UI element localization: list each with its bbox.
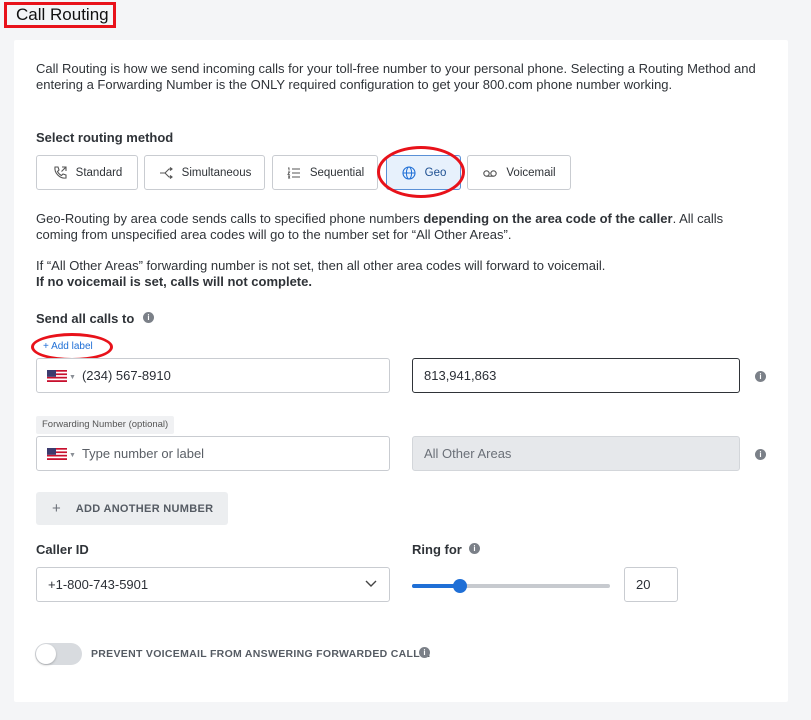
info-icon[interactable]: i xyxy=(755,449,766,460)
caller-id-value: +1-800-743-5901 xyxy=(48,577,149,592)
chevron-down-icon xyxy=(365,580,377,587)
split-arrows-icon xyxy=(159,166,173,179)
area-codes-value: 813,941,863 xyxy=(424,368,497,383)
geo-description: Geo-Routing by area code sends calls to … xyxy=(36,211,724,242)
page-title: Call Routing xyxy=(4,2,116,28)
prevent-voicemail-toggle[interactable] xyxy=(35,643,82,665)
ring-slider-thumb[interactable] xyxy=(452,579,467,593)
method-standard-button[interactable]: Standard xyxy=(36,155,138,190)
method-voicemail-button[interactable]: Voicemail xyxy=(467,155,571,190)
caller-id-select[interactable]: +1-800-743-5901 xyxy=(36,567,390,602)
annotation-circle-add-label xyxy=(31,333,113,361)
plus-icon: + xyxy=(52,500,61,517)
prevent-voicemail-label: PREVENT VOICEMAIL FROM ANSWERING FORWARD… xyxy=(91,648,431,660)
phone-forward-icon xyxy=(54,165,67,179)
forwarding-number-input-2[interactable]: ▼ Type number or label xyxy=(36,436,390,471)
ring-for-value: 20 xyxy=(636,577,651,592)
area-codes-input[interactable]: 813,941,863 xyxy=(412,358,740,393)
ring-for-input[interactable]: 20 xyxy=(624,567,678,602)
method-label: Standard xyxy=(75,166,123,179)
us-flag-icon[interactable] xyxy=(47,369,67,382)
routing-method-label: Select routing method xyxy=(36,130,174,145)
forwarding-number-input[interactable]: ▼ (234) 567-8910 xyxy=(36,358,390,393)
info-icon[interactable]: i xyxy=(469,543,480,554)
method-label: Voicemail xyxy=(506,166,556,179)
us-flag-icon[interactable] xyxy=(47,447,67,460)
method-simultaneous-button[interactable]: Simultaneous xyxy=(144,155,265,190)
annotation-circle-geo xyxy=(377,146,465,198)
method-label: Simultaneous xyxy=(181,166,252,179)
send-calls-label: Send all calls to xyxy=(36,311,135,326)
info-icon[interactable]: i xyxy=(143,312,154,323)
info-icon[interactable]: i xyxy=(755,371,766,382)
add-another-number-label: ADD ANOTHER NUMBER xyxy=(75,502,214,515)
forwarding-number-placeholder: Type number or label xyxy=(81,446,205,461)
voicemail-icon xyxy=(483,169,498,177)
geo-fallback-note: If “All Other Areas” forwarding number i… xyxy=(36,258,606,273)
forwarding-number-floating-label: Forwarding Number (optional) xyxy=(36,416,175,434)
info-icon[interactable]: i xyxy=(419,647,430,658)
method-label: Sequential xyxy=(309,166,365,179)
caller-id-label: Caller ID xyxy=(36,542,89,557)
geo-warning: If no voicemail is set, calls will not c… xyxy=(36,274,312,289)
all-other-areas-field: All Other Areas xyxy=(412,436,740,471)
chevron-down-icon[interactable]: ▼ xyxy=(69,452,76,459)
ring-for-label: Ring for xyxy=(412,542,462,557)
intro-text: Call Routing is how we send incoming cal… xyxy=(36,61,756,92)
forwarding-number-value: (234) 567-8910 xyxy=(81,368,171,383)
numbered-list-icon xyxy=(286,167,300,178)
all-other-areas-value: All Other Areas xyxy=(424,446,512,461)
add-another-number-button[interactable]: + ADD ANOTHER NUMBER xyxy=(36,492,228,525)
chevron-down-icon[interactable]: ▼ xyxy=(69,374,76,381)
toggle-knob xyxy=(36,644,56,664)
method-sequential-button[interactable]: Sequential xyxy=(272,155,378,190)
